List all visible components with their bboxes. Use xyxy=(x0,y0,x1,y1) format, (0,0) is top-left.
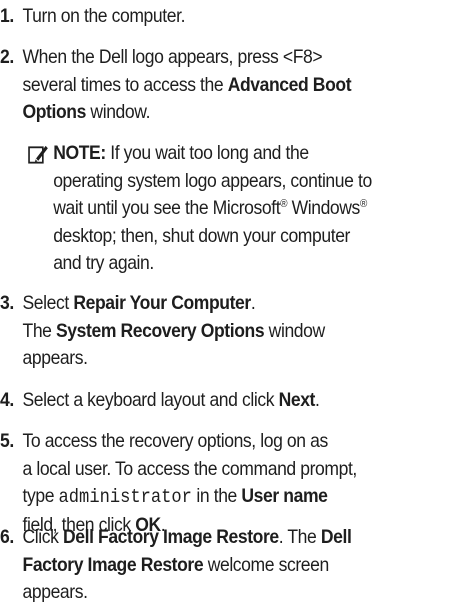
ui-term: Dell Factory Image Restore xyxy=(62,526,279,548)
note-line: desktop; then, shut down your computer xyxy=(53,224,351,247)
step-text-line: appears. xyxy=(22,347,88,369)
step-number: 3. xyxy=(0,292,14,314)
step-text-line: The System Recovery Options window xyxy=(0,318,403,346)
step-text: . xyxy=(314,389,320,411)
step-1: 1. Turn on the computer. xyxy=(0,3,403,31)
note-text: NOTE: If you wait too long and the opera… xyxy=(28,140,406,278)
step-6: 6. Click Dell Factory Image Restore. The … xyxy=(0,524,403,607)
ui-term: User name xyxy=(241,485,328,507)
note-line: wait until you see the Microsoft® Window… xyxy=(53,195,406,223)
code-text: administrator xyxy=(58,486,192,508)
step-text: several times to access the xyxy=(22,73,228,96)
step-text-line: Factory Image Restore welcome screen xyxy=(0,552,403,580)
step-number: 6. xyxy=(0,526,14,548)
step-text: . xyxy=(250,292,256,314)
note-line: operating system logo appears, continue … xyxy=(53,169,372,192)
step-text: Turn on the computer. xyxy=(22,5,186,27)
note-text-part: wait until you see the Microsoft xyxy=(53,197,281,219)
step-text: type xyxy=(22,485,59,507)
step-number: 5. xyxy=(0,430,14,452)
registered-mark: ® xyxy=(359,198,367,210)
ui-term: Advanced Boot xyxy=(227,73,352,96)
step-text: Click xyxy=(22,526,63,548)
step-text: in the xyxy=(191,485,242,507)
note-line: If you wait too long and the xyxy=(105,142,309,164)
pencil-note-icon xyxy=(28,145,48,164)
ui-term: System Recovery Options xyxy=(56,319,265,342)
step-text: The xyxy=(22,319,57,342)
step-number: 2. xyxy=(0,46,14,68)
instructions-page: 1. Turn on the computer. 2. When the Dell … xyxy=(0,0,450,605)
step-4: 4. Select a keyboard layout and click Nex… xyxy=(0,387,403,415)
step-text-line: several times to access the Advanced Boo… xyxy=(0,72,403,100)
note-box: NOTE: If you wait too long and the opera… xyxy=(28,140,406,278)
step-text: window xyxy=(264,319,326,342)
step-text-line: Options window. xyxy=(0,99,403,127)
ui-term: Repair Your Computer xyxy=(73,292,251,314)
registered-mark: ® xyxy=(280,198,288,210)
step-text: To access the recovery options, log on a… xyxy=(22,430,329,452)
step-text-line: a local user. To access the command prom… xyxy=(22,457,358,480)
note-text-part: Windows xyxy=(287,197,361,219)
step-text: Select a keyboard layout and click xyxy=(22,389,279,411)
ui-term: Options xyxy=(22,101,87,123)
ui-term: Next xyxy=(278,389,316,411)
step-text-line: appears. xyxy=(22,581,88,603)
ui-term: Dell xyxy=(320,526,352,548)
step-5: 5. To access the recovery options, log on… xyxy=(0,428,403,539)
step-text: Select xyxy=(22,292,74,314)
step-text-line: type administrator in the User name xyxy=(0,483,403,512)
step-number: 4. xyxy=(0,389,14,411)
ui-term: Factory Image Restore xyxy=(22,553,204,576)
step-number: 1. xyxy=(0,5,14,27)
note-line: and try again. xyxy=(53,252,154,274)
note-label: NOTE: xyxy=(53,142,106,164)
step-text: When the Dell logo appears, press <F8> xyxy=(22,46,323,68)
step-text: welcome screen xyxy=(203,553,330,576)
step-3: 3. Select Repair Your Computer. The Syste… xyxy=(0,290,403,373)
step-2: 2. When the Dell logo appears, press <F8>… xyxy=(0,44,403,127)
step-text: window. xyxy=(85,101,151,123)
step-text: . The xyxy=(278,526,321,548)
